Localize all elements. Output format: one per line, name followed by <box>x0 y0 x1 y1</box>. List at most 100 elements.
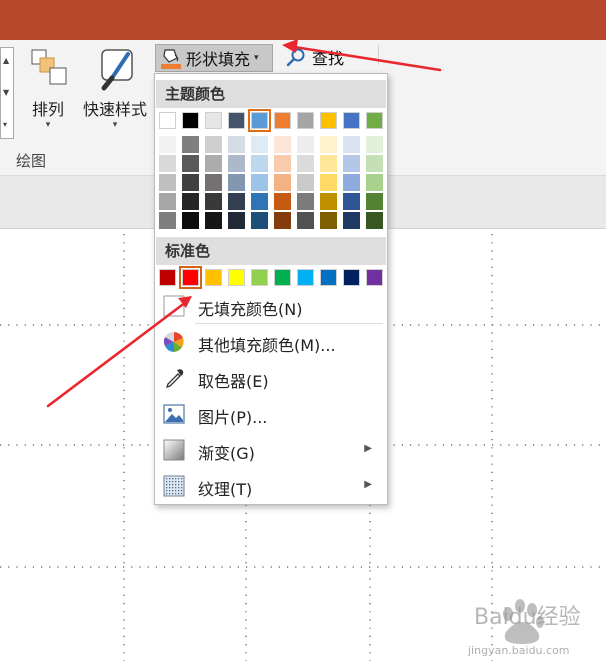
theme-color-swatch[interactable] <box>248 109 271 132</box>
theme-color-swatch[interactable] <box>366 112 383 129</box>
theme-color-swatch[interactable] <box>228 112 245 129</box>
theme-shade-swatch[interactable] <box>320 193 337 210</box>
theme-shade-swatch[interactable] <box>228 193 245 210</box>
theme-shade-swatch[interactable] <box>251 136 268 153</box>
theme-shade-swatch[interactable] <box>297 212 314 229</box>
color-wheel-icon <box>163 331 184 352</box>
theme-color-swatch[interactable] <box>274 112 291 129</box>
standard-color-swatch[interactable] <box>228 269 245 286</box>
picture-icon <box>163 404 185 424</box>
eyedropper-item[interactable]: 取色器(E) <box>156 361 386 395</box>
theme-color-swatch[interactable] <box>182 112 199 129</box>
theme-color-swatch[interactable] <box>159 112 176 129</box>
arrange-label: 排列 <box>31 100 64 119</box>
theme-shade-swatch[interactable] <box>228 174 245 191</box>
theme-shade-swatch[interactable] <box>182 212 199 229</box>
theme-shade-swatch[interactable] <box>274 193 291 210</box>
gallery-scroll-stub[interactable]: ▲ ▼ ▾ <box>0 47 14 139</box>
theme-shade-swatch[interactable] <box>366 155 383 172</box>
expand-gallery-icon[interactable]: ▾ <box>3 120 7 129</box>
scroll-down-icon[interactable]: ▼ <box>3 88 9 97</box>
standard-color-swatch[interactable] <box>159 269 176 286</box>
theme-shade-swatch[interactable] <box>297 155 314 172</box>
arrange-button[interactable]: 排列 ▾ <box>22 44 74 130</box>
theme-shade-swatch[interactable] <box>205 212 222 229</box>
theme-shade-swatch[interactable] <box>320 136 337 153</box>
theme-shade-swatch[interactable] <box>297 193 314 210</box>
more-fill-colors-item[interactable]: 其他填充颜色(M)... <box>156 325 386 359</box>
theme-shade-swatch[interactable] <box>274 174 291 191</box>
chevron-down-icon: ▾ <box>254 53 259 63</box>
theme-shade-swatch[interactable] <box>343 136 360 153</box>
theme-shade-swatch[interactable] <box>343 212 360 229</box>
scroll-up-icon[interactable]: ▲ <box>3 56 9 65</box>
shape-fill-button[interactable]: 形状填充 ▾ <box>155 44 273 72</box>
texture-fill-item[interactable]: 纹理(T) ▶ <box>156 469 386 503</box>
standard-color-swatch[interactable] <box>274 269 291 286</box>
theme-shade-swatch[interactable] <box>159 174 176 191</box>
theme-shade-swatch[interactable] <box>228 155 245 172</box>
ribbon-separator <box>378 45 379 65</box>
standard-color-swatch[interactable] <box>297 269 314 286</box>
chevron-down-icon: ▾ <box>45 120 51 130</box>
theme-shade-swatch[interactable] <box>320 155 337 172</box>
theme-shade-swatch[interactable] <box>205 174 222 191</box>
standard-color-swatch[interactable] <box>179 266 202 289</box>
quick-styles-button[interactable]: 快速样式 ▾ <box>78 44 152 130</box>
theme-shade-swatch[interactable] <box>205 155 222 172</box>
eyedropper-icon <box>165 369 184 389</box>
standard-color-swatch[interactable] <box>251 269 268 286</box>
gradient-fill-item[interactable]: 渐变(G) ▶ <box>156 433 386 467</box>
quick-styles-icon <box>101 49 133 91</box>
theme-shade-swatch[interactable] <box>274 212 291 229</box>
theme-color-swatch[interactable] <box>205 112 222 129</box>
theme-color-swatch[interactable] <box>343 112 360 129</box>
theme-shade-swatch[interactable] <box>159 136 176 153</box>
theme-shade-swatch[interactable] <box>297 174 314 191</box>
theme-shade-swatch[interactable] <box>159 193 176 210</box>
theme-shade-swatch[interactable] <box>251 193 268 210</box>
theme-shade-swatch[interactable] <box>182 136 199 153</box>
picture-fill-item[interactable]: 图片(P)... <box>156 397 386 431</box>
theme-shade-swatch[interactable] <box>297 136 314 153</box>
find-button[interactable]: 查找 <box>286 45 344 69</box>
theme-shade-swatch[interactable] <box>205 193 222 210</box>
theme-shade-swatch[interactable] <box>274 136 291 153</box>
theme-color-swatch[interactable] <box>297 112 314 129</box>
theme-shade-swatch[interactable] <box>366 212 383 229</box>
theme-shade-swatch[interactable] <box>320 174 337 191</box>
theme-shade-swatch[interactable] <box>228 136 245 153</box>
title-bar <box>0 0 606 40</box>
theme-shade-swatch[interactable] <box>159 155 176 172</box>
shape-fill-dropdown: 主题颜色 标准色 无填充颜色(N) 其他填充颜色(M)... 取色器(E) 图片… <box>154 73 388 505</box>
texture-icon <box>163 475 185 497</box>
theme-shade-swatch[interactable] <box>182 174 199 191</box>
theme-shade-swatch[interactable] <box>228 212 245 229</box>
standard-color-swatch[interactable] <box>366 269 383 286</box>
standard-color-swatch[interactable] <box>320 269 337 286</box>
shape-fill-label: 形状填充 <box>186 50 251 69</box>
theme-shade-swatch[interactable] <box>366 174 383 191</box>
theme-shade-swatch[interactable] <box>251 212 268 229</box>
theme-shade-swatch[interactable] <box>205 136 222 153</box>
theme-shade-swatch[interactable] <box>251 174 268 191</box>
theme-color-swatch[interactable] <box>320 112 337 129</box>
theme-shade-swatch[interactable] <box>343 193 360 210</box>
submenu-arrow-icon: ▶ <box>364 479 372 490</box>
theme-shade-swatch[interactable] <box>182 193 199 210</box>
theme-shade-swatch[interactable] <box>343 155 360 172</box>
quick-styles-label: 快速样式 <box>82 100 147 119</box>
theme-shade-swatch[interactable] <box>274 155 291 172</box>
no-fill-item[interactable]: 无填充颜色(N) <box>156 289 386 323</box>
theme-shade-swatch[interactable] <box>343 174 360 191</box>
standard-color-swatch[interactable] <box>205 269 222 286</box>
standard-color-swatch[interactable] <box>343 269 360 286</box>
theme-shade-swatch[interactable] <box>366 193 383 210</box>
paint-bucket-icon <box>161 49 181 69</box>
theme-shade-swatch[interactable] <box>366 136 383 153</box>
drawing-group-label: 绘图 <box>16 152 47 170</box>
theme-shade-swatch[interactable] <box>159 212 176 229</box>
theme-shade-swatch[interactable] <box>251 155 268 172</box>
theme-shade-swatch[interactable] <box>182 155 199 172</box>
theme-shade-swatch[interactable] <box>320 212 337 229</box>
